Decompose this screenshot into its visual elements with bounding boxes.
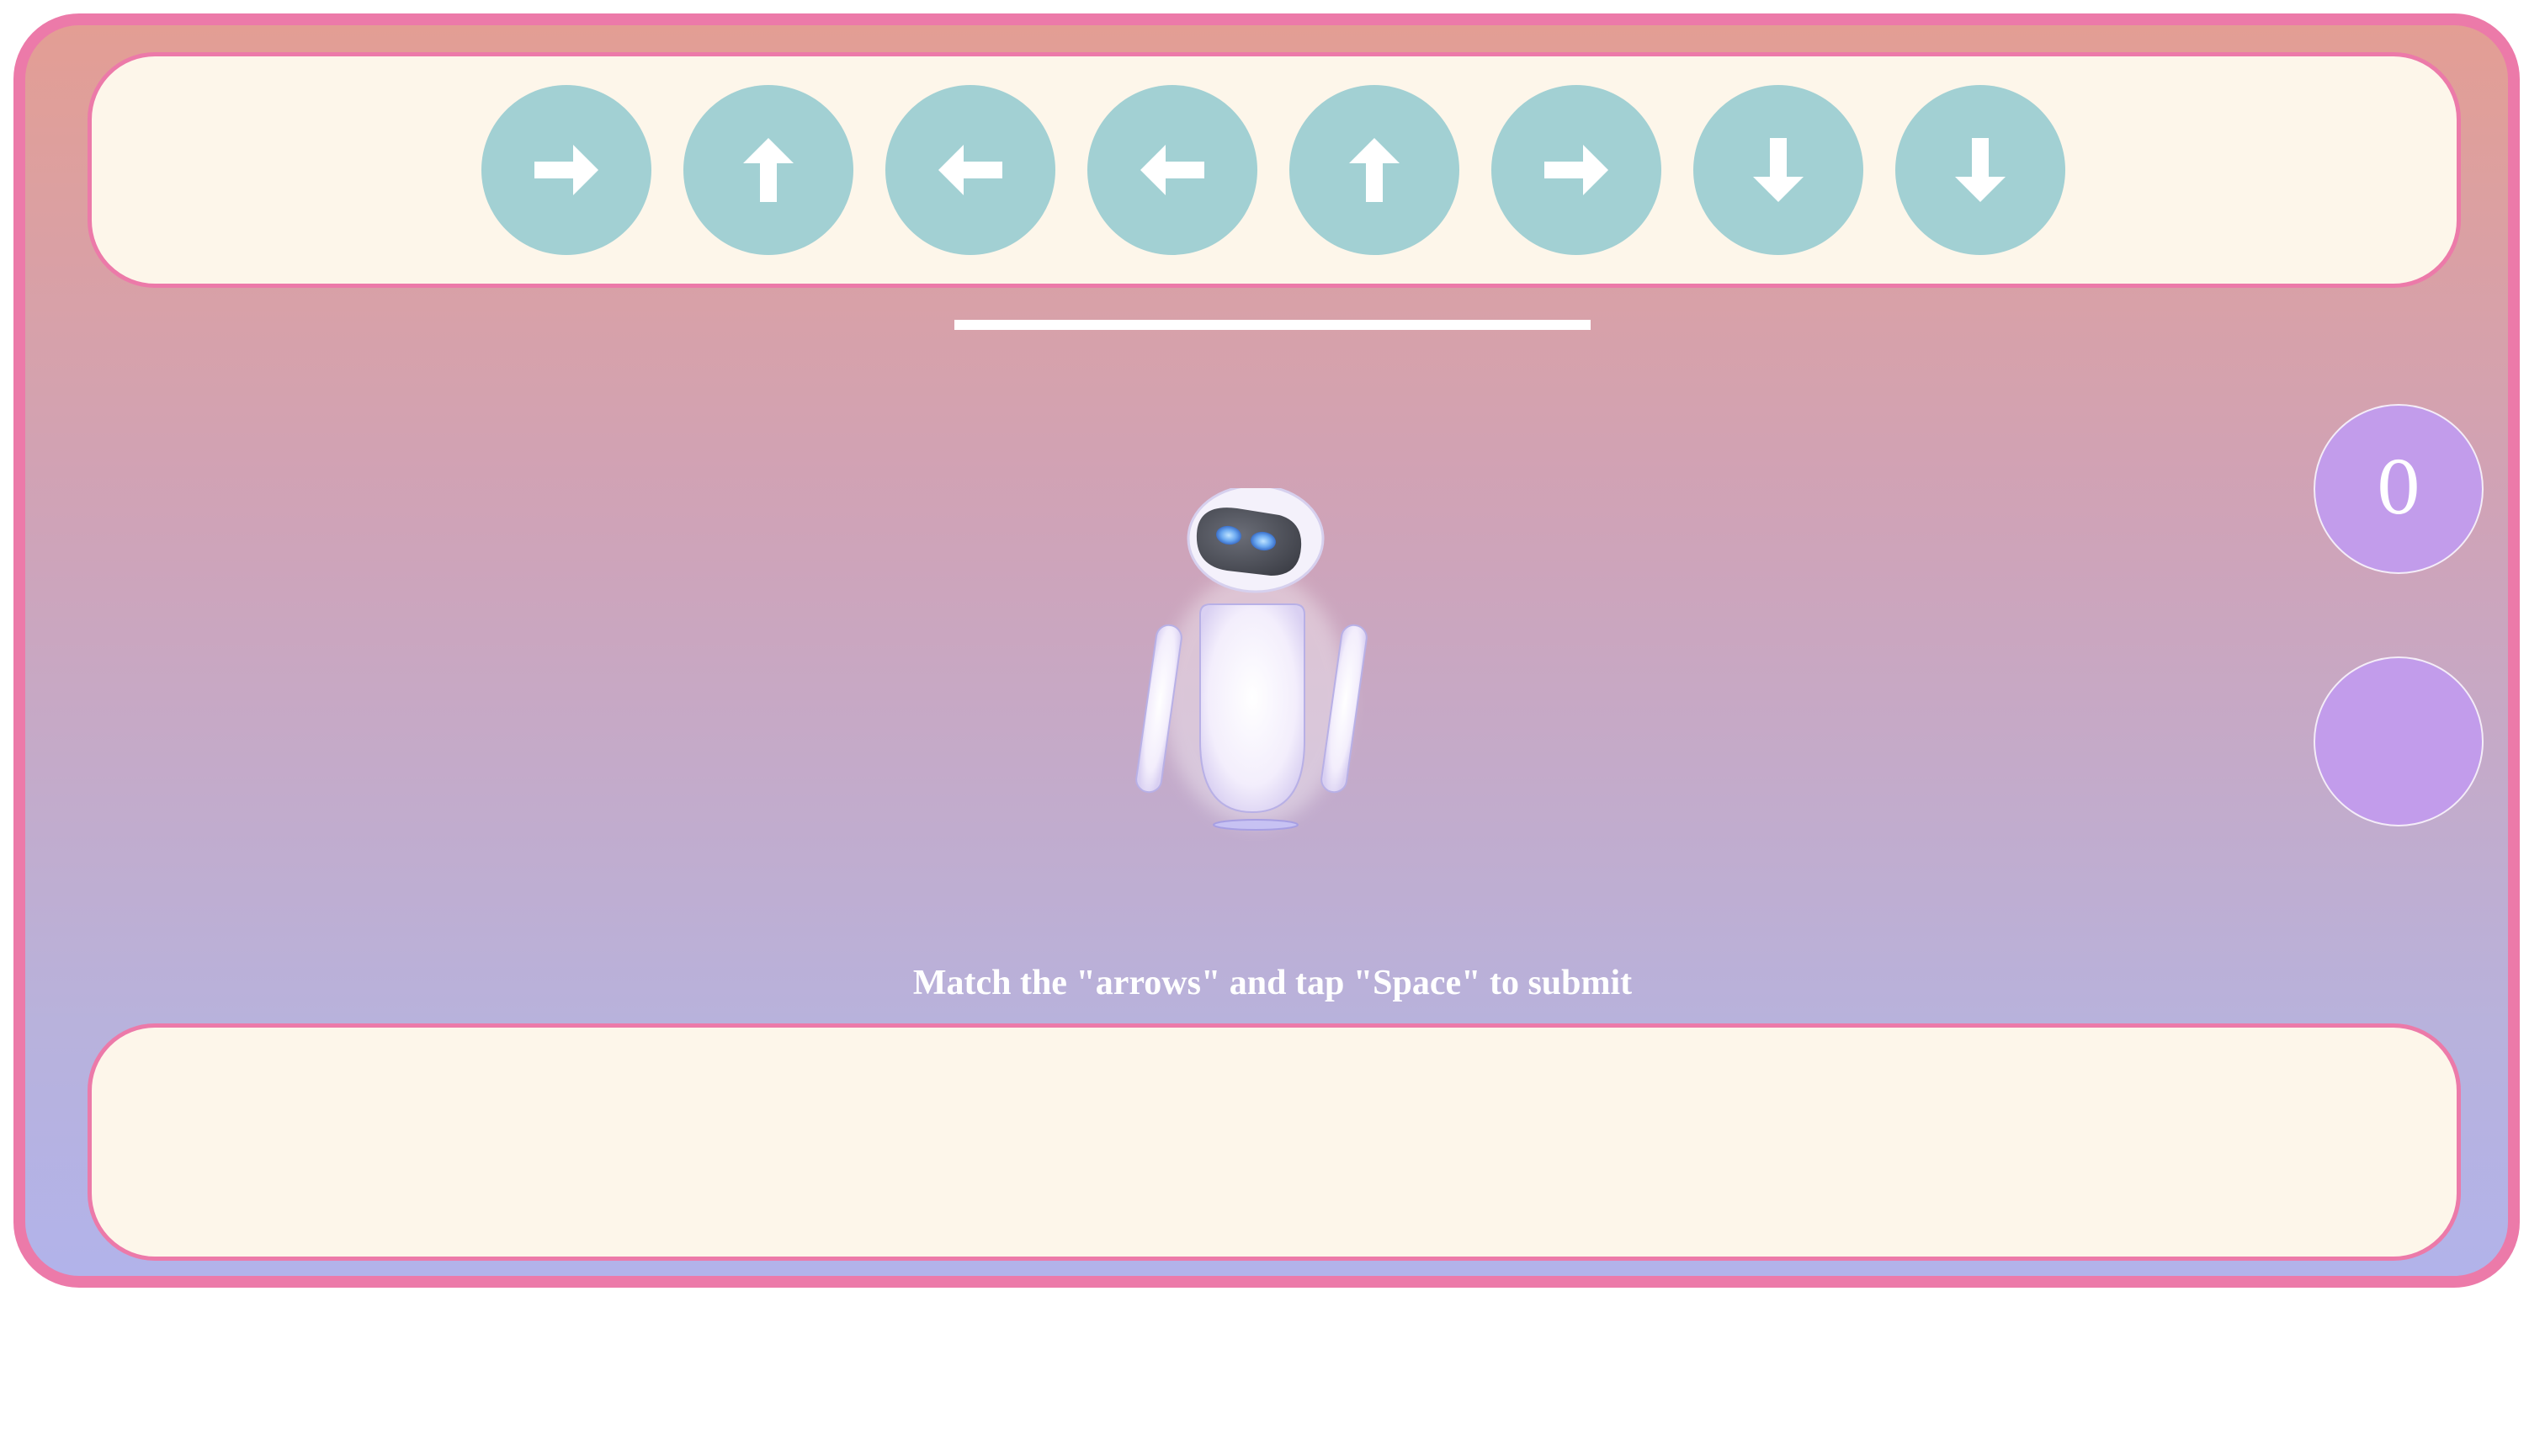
- target-arrow-row: [481, 85, 2065, 255]
- player-input-panel: [88, 1023, 2461, 1261]
- target-arrow-left: [885, 85, 1055, 255]
- arrow-right-icon: [534, 145, 598, 195]
- status-circle: [2314, 656, 2484, 826]
- target-arrow-right: [1491, 85, 1661, 255]
- target-arrow-left: [1087, 85, 1257, 255]
- arrow-up-icon: [1349, 138, 1400, 202]
- timer-bar: [954, 320, 1591, 330]
- arrow-left-icon: [938, 145, 1002, 195]
- target-arrow-up: [1289, 85, 1459, 255]
- arrow-left-icon: [1140, 145, 1204, 195]
- arrow-up-icon: [743, 138, 794, 202]
- instruction-text: Match the "arrows" and tap "Space" to su…: [912, 964, 1633, 1002]
- robot-character: [1135, 488, 1368, 831]
- target-arrow-down: [1693, 85, 1863, 255]
- target-arrow-up: [683, 85, 853, 255]
- target-arrow-down: [1895, 85, 2065, 255]
- score-counter: 0: [2314, 404, 2484, 574]
- arrow-down-icon: [1753, 138, 1804, 202]
- target-arrow-right: [481, 85, 651, 255]
- arrow-down-icon: [1955, 138, 2006, 202]
- arrow-right-icon: [1544, 145, 1608, 195]
